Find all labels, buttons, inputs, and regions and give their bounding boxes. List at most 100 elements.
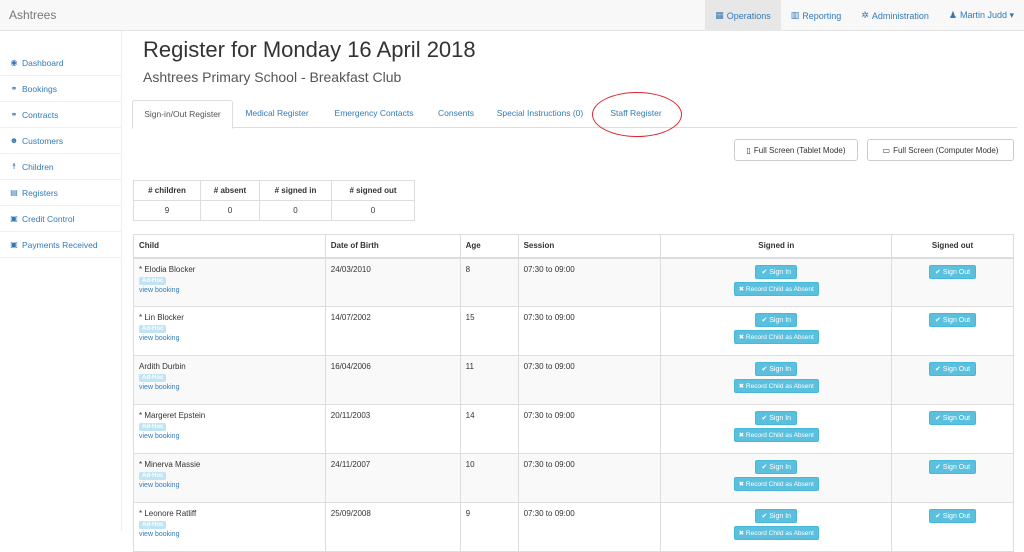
signed-out-cell: ✔ Sign Out xyxy=(891,257,1014,307)
sign-out-button[interactable]: ✔ Sign Out xyxy=(929,362,977,376)
date-of-birth-cell: 14/07/2002 xyxy=(324,306,461,356)
record-absent-button[interactable]: ✖ Record Child as Absent xyxy=(733,379,819,393)
brand-name[interactable]: Ashtrees xyxy=(9,8,56,22)
column-header: Date of Birth xyxy=(324,234,461,259)
child-cell: * Minerva Massie Ad-Hoc view booking xyxy=(133,453,326,503)
link-icon: ⚭ xyxy=(10,84,18,93)
sidebar-item-payments-received[interactable]: ▣ Payments Received xyxy=(0,232,121,258)
record-absent-button[interactable]: ✖ Record Child as Absent xyxy=(733,477,819,491)
tab-medical-register[interactable]: Medical Register xyxy=(238,100,316,128)
sidebar-item-customers[interactable]: ☻ Customers xyxy=(0,128,121,154)
signed-out-cell: ✔ Sign Out xyxy=(891,502,1014,552)
child-cell: * Leonore Ratliff Ad-Hoc view booking xyxy=(133,502,326,552)
age-cell: 15 xyxy=(459,306,519,356)
view-booking-link[interactable]: view booking xyxy=(139,531,320,538)
date-of-birth-cell: 24/03/2010 xyxy=(324,257,461,307)
bar-chart-icon: ▥ xyxy=(790,10,800,20)
ad-hoc-badge: Ad-Hoc xyxy=(139,374,167,382)
sidebar-item-dashboard[interactable]: ◉ Dashboard xyxy=(0,50,121,76)
sign-in-button[interactable]: ✔ Sign In xyxy=(755,362,798,376)
child-name: * Minerva Massie xyxy=(139,460,201,469)
signed-in-cell: ✔ Sign In ✖ Record Child as Absent xyxy=(660,306,893,356)
table-row: * Leonore Ratliff Ad-Hoc view booking 25/09… xyxy=(133,502,1014,552)
record-absent-button[interactable]: ✖ Record Child as Absent xyxy=(733,281,819,296)
session-cell: 07:30 to 09:00 xyxy=(517,306,662,356)
table-row: * Elodia Blocker Ad-Hoc view booking 24/03/… xyxy=(133,257,1014,307)
tab-sign-in-out-register[interactable]: Sign-in/Out Register xyxy=(132,100,233,129)
nav-reporting[interactable]: ▥ Reporting xyxy=(781,0,852,31)
tab-consents[interactable]: Consents xyxy=(432,100,480,128)
users-icon: ☻ xyxy=(9,136,19,145)
summary-header: # signed in xyxy=(259,180,332,201)
summary-value: 0 xyxy=(259,200,332,221)
sign-out-button[interactable]: ✔ Sign Out xyxy=(929,509,977,523)
child-name: * Elodia Blocker xyxy=(139,264,196,274)
sign-in-button[interactable]: ✔ Sign In xyxy=(755,411,798,425)
full-screen-tablet-label: Full Screen (Tablet Mode) xyxy=(753,145,846,155)
column-header: Signed out xyxy=(891,234,1014,259)
signed-out-cell: ✔ Sign Out xyxy=(891,306,1014,356)
sidebar-item-credit-control[interactable]: ▣ Credit Control xyxy=(0,206,121,232)
signed-in-cell: ✔ Sign In ✖ Record Child as Absent xyxy=(660,453,893,503)
ad-hoc-badge: Ad-Hoc xyxy=(139,472,167,480)
sign-in-button[interactable]: ✔ Sign In xyxy=(755,460,798,474)
sidebar-item-registers[interactable]: ▤ Registers xyxy=(0,180,121,206)
sidebar-item-bookings[interactable]: ⚭ Bookings xyxy=(0,76,121,102)
nav-operations-label: Operations xyxy=(726,10,771,21)
record-absent-button[interactable]: ✖ Record Child as Absent xyxy=(733,428,819,442)
record-absent-button[interactable]: ✖ Record Child as Absent xyxy=(733,526,819,540)
sidebar-item-label: Credit Control xyxy=(22,213,75,224)
session-cell: 07:30 to 09:00 xyxy=(517,257,662,307)
tab-emergency-contacts[interactable]: Emergency Contacts xyxy=(328,100,420,128)
view-booking-link[interactable]: view booking xyxy=(139,482,320,489)
view-booking-link[interactable]: view booking xyxy=(139,384,320,391)
column-header: Signed in xyxy=(660,234,893,259)
full-screen-tablet-button[interactable]: ▯ Full Screen (Tablet Mode) xyxy=(734,139,858,161)
ad-hoc-badge: Ad-Hoc xyxy=(139,325,167,333)
record-absent-button[interactable]: ✖ Record Child as Absent xyxy=(733,330,819,344)
age-cell: 11 xyxy=(459,355,519,405)
sign-out-button[interactable]: ✔ Sign Out xyxy=(929,313,977,327)
sidebar-item-children[interactable]: ☨ Children xyxy=(0,154,121,180)
nav-administration[interactable]: ✲ Administration xyxy=(851,0,939,31)
sign-in-button[interactable]: ✔ Sign In xyxy=(755,509,798,523)
session-cell: 07:30 to 09:00 xyxy=(517,355,662,405)
age-cell: 9 xyxy=(459,502,519,552)
page-title: Register for Monday 16 April 2018 xyxy=(143,37,476,62)
summary-header: # absent xyxy=(200,180,260,201)
register-header-row: Child Date of Birth Age Session Signed i… xyxy=(133,234,1014,259)
link-icon: ⚭ xyxy=(10,110,18,119)
summary-value: 9 xyxy=(133,200,201,221)
summary-value: 0 xyxy=(200,200,260,221)
full-screen-computer-button[interactable]: ▭ Full Screen (Computer Mode) xyxy=(867,139,1014,161)
signed-in-cell: ✔ Sign In ✖ Record Child as Absent xyxy=(660,404,893,454)
signed-out-cell: ✔ Sign Out xyxy=(891,404,1014,454)
sign-out-button[interactable]: ✔ Sign Out xyxy=(929,460,977,474)
nav-reporting-label: Reporting xyxy=(802,10,842,21)
sign-out-button[interactable]: ✔ Sign Out xyxy=(929,264,977,279)
sign-out-button[interactable]: ✔ Sign Out xyxy=(929,411,977,425)
summary-table: # children # absent # signed in # signed… xyxy=(133,180,415,221)
view-booking-link[interactable]: view booking xyxy=(139,433,320,440)
top-navbar: Ashtrees ▦ Operations ▥ Reporting ✲ Admi… xyxy=(0,0,1024,31)
signed-in-cell: ✔ Sign In ✖ Record Child as Absent xyxy=(660,257,893,307)
full-screen-computer-label: Full Screen (Computer Mode) xyxy=(893,145,999,155)
tab-special-instructions[interactable]: Special Instructions (0) xyxy=(493,100,587,128)
nav-operations[interactable]: ▦ Operations xyxy=(705,0,781,31)
view-booking-link[interactable]: view booking xyxy=(139,335,320,342)
sidebar-item-label: Bookings xyxy=(22,83,57,94)
column-header: Age xyxy=(459,234,519,259)
sidebar-item-contracts[interactable]: ⚭ Contracts xyxy=(0,102,121,128)
session-cell: 07:30 to 09:00 xyxy=(517,453,662,503)
money-icon: ▣ xyxy=(10,240,18,249)
sign-in-button[interactable]: ✔ Sign In xyxy=(755,264,798,279)
child-name: * Margeret Epstein xyxy=(139,411,206,420)
child-icon: ☨ xyxy=(11,162,17,171)
nav-user-menu[interactable]: ♟ Martin Judd ▾ xyxy=(939,0,1024,31)
signed-in-cell: ✔ Sign In ✖ Record Child as Absent xyxy=(660,355,893,405)
view-booking-link[interactable]: view booking xyxy=(139,287,320,294)
date-of-birth-cell: 16/04/2006 xyxy=(324,355,461,405)
signed-in-cell: ✔ Sign In ✖ Record Child as Absent xyxy=(660,502,893,552)
money-icon: ▣ xyxy=(10,214,18,223)
sign-in-button[interactable]: ✔ Sign In xyxy=(755,313,798,327)
